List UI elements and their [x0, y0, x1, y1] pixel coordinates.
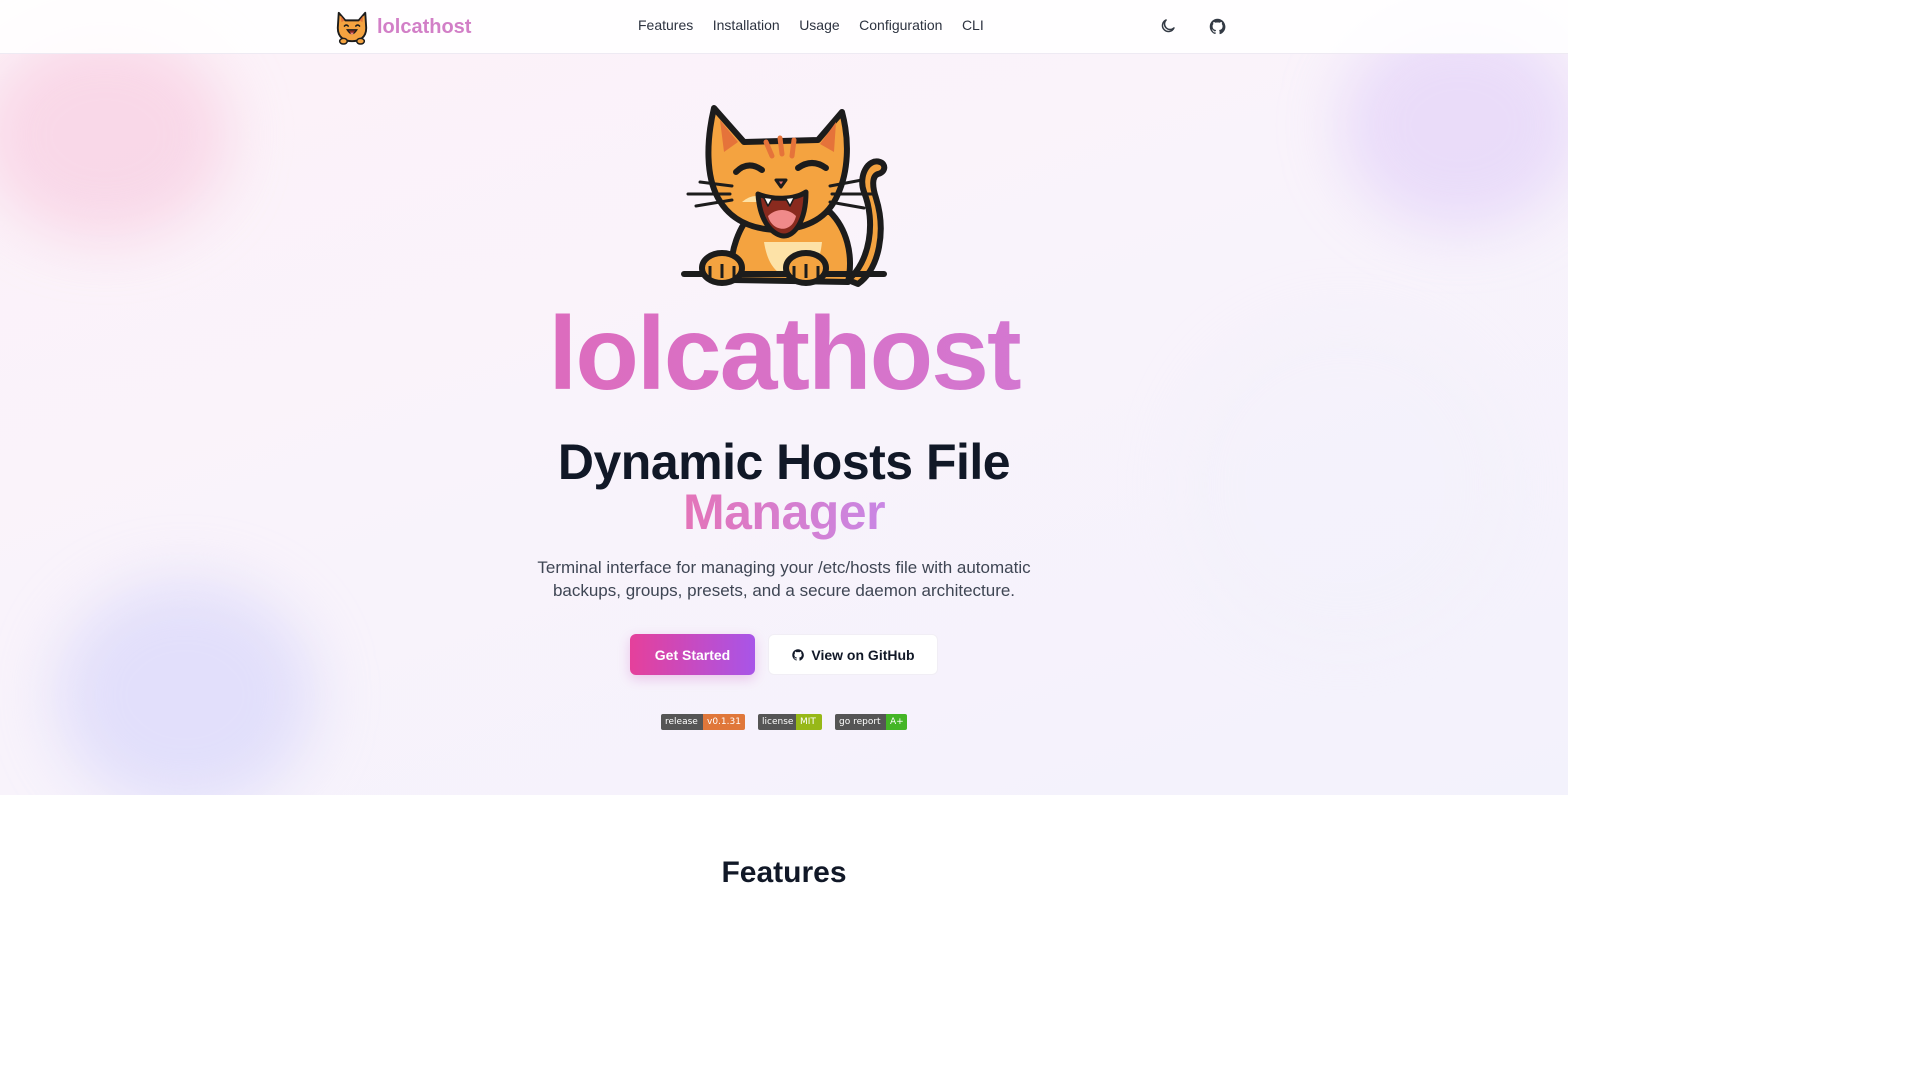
- github-nav-link[interactable]: [1206, 15, 1228, 37]
- brand-link[interactable]: lolcathost: [333, 8, 471, 46]
- badge-value: v0.1.31: [703, 714, 745, 730]
- badge-label: go report: [835, 714, 886, 730]
- go-report-badge[interactable]: go report A+: [835, 714, 907, 730]
- badge-label: license: [758, 714, 796, 730]
- nav-links: Features Installation Usage Configuratio…: [638, 17, 1003, 33]
- badge-label: release: [661, 714, 703, 730]
- release-badge[interactable]: release v0.1.31: [661, 714, 745, 730]
- hero-title-accent-text: Manager: [682, 484, 886, 540]
- cat-mascot-illustration: [681, 105, 888, 287]
- hero-product-name: lolcathost: [0, 296, 1568, 412]
- nav-link-cli[interactable]: CLI: [962, 17, 984, 33]
- hero-title-accent: Manager: [0, 484, 1568, 540]
- decorative-blob: [0, 30, 230, 240]
- decorative-blob: [55, 580, 315, 795]
- nav-link-configuration[interactable]: Configuration: [859, 17, 942, 33]
- moon-icon: [1161, 19, 1175, 33]
- top-navbar: lolcathost Features Installation Usage C…: [0, 0, 1568, 54]
- cat-logo-icon: [336, 11, 368, 45]
- brand-name: lolcathost: [377, 15, 472, 38]
- get-started-button[interactable]: Get Started: [630, 634, 755, 675]
- badge-value: MIT: [796, 714, 822, 730]
- theme-toggle-button[interactable]: [1157, 15, 1179, 37]
- features-section-heading: Features: [721, 856, 847, 889]
- view-on-github-button[interactable]: View on GitHub: [768, 634, 938, 675]
- nav-link-installation[interactable]: Installation: [713, 17, 780, 33]
- github-icon: [1209, 18, 1225, 34]
- license-badge[interactable]: license MIT: [758, 714, 822, 730]
- hero-title: Dynamic Hosts File: [557, 434, 1011, 490]
- badge-value: A+: [886, 714, 907, 730]
- nav-link-features[interactable]: Features: [638, 17, 693, 33]
- hero-description: Terminal interface for managing your /et…: [537, 558, 1031, 600]
- github-icon: [791, 648, 805, 662]
- view-on-github-label: View on GitHub: [811, 646, 915, 663]
- nav-link-usage[interactable]: Usage: [799, 17, 839, 33]
